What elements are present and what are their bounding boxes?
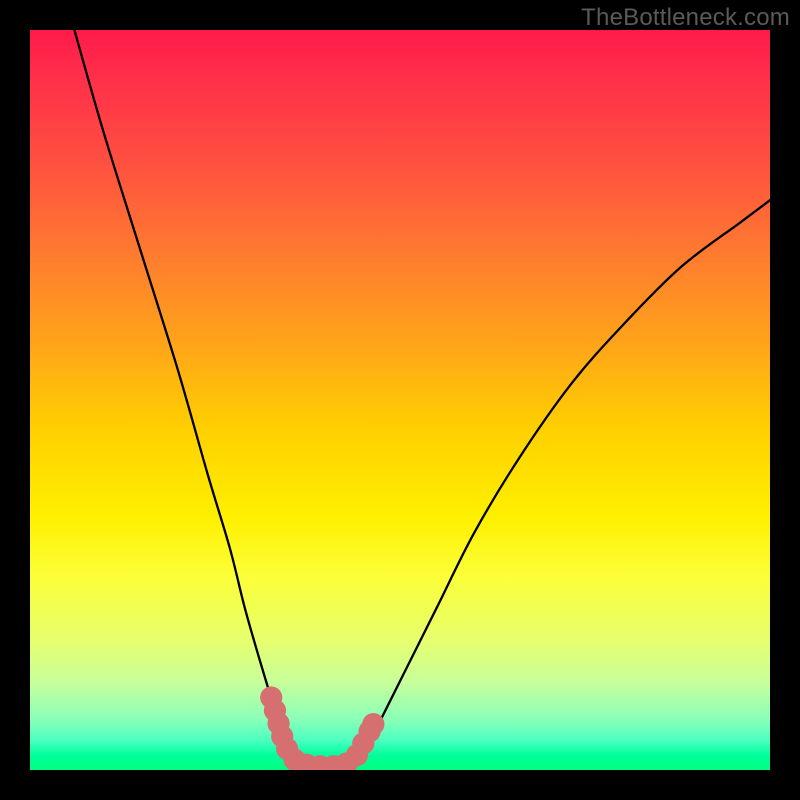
- valley-marker-path: [271, 697, 373, 766]
- attribution-text: TheBottleneck.com: [581, 4, 790, 32]
- plot-area: [30, 30, 770, 770]
- bottleneck-curve: [74, 30, 770, 770]
- valley-marker-dot: [362, 713, 384, 735]
- chart-frame: TheBottleneck.com: [0, 0, 800, 800]
- curve-layer: [30, 30, 770, 770]
